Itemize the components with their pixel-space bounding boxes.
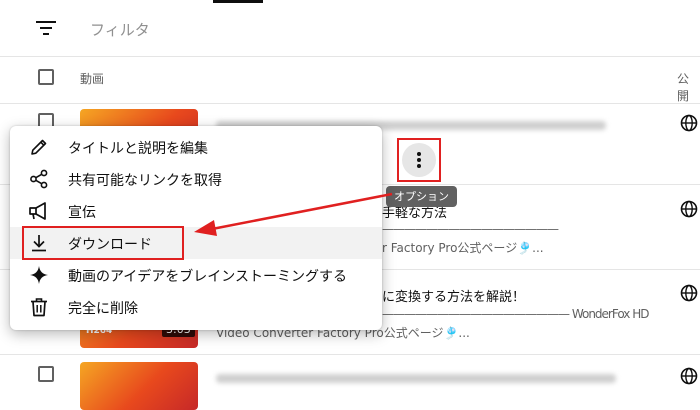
annotation-arrow (194, 192, 393, 236)
